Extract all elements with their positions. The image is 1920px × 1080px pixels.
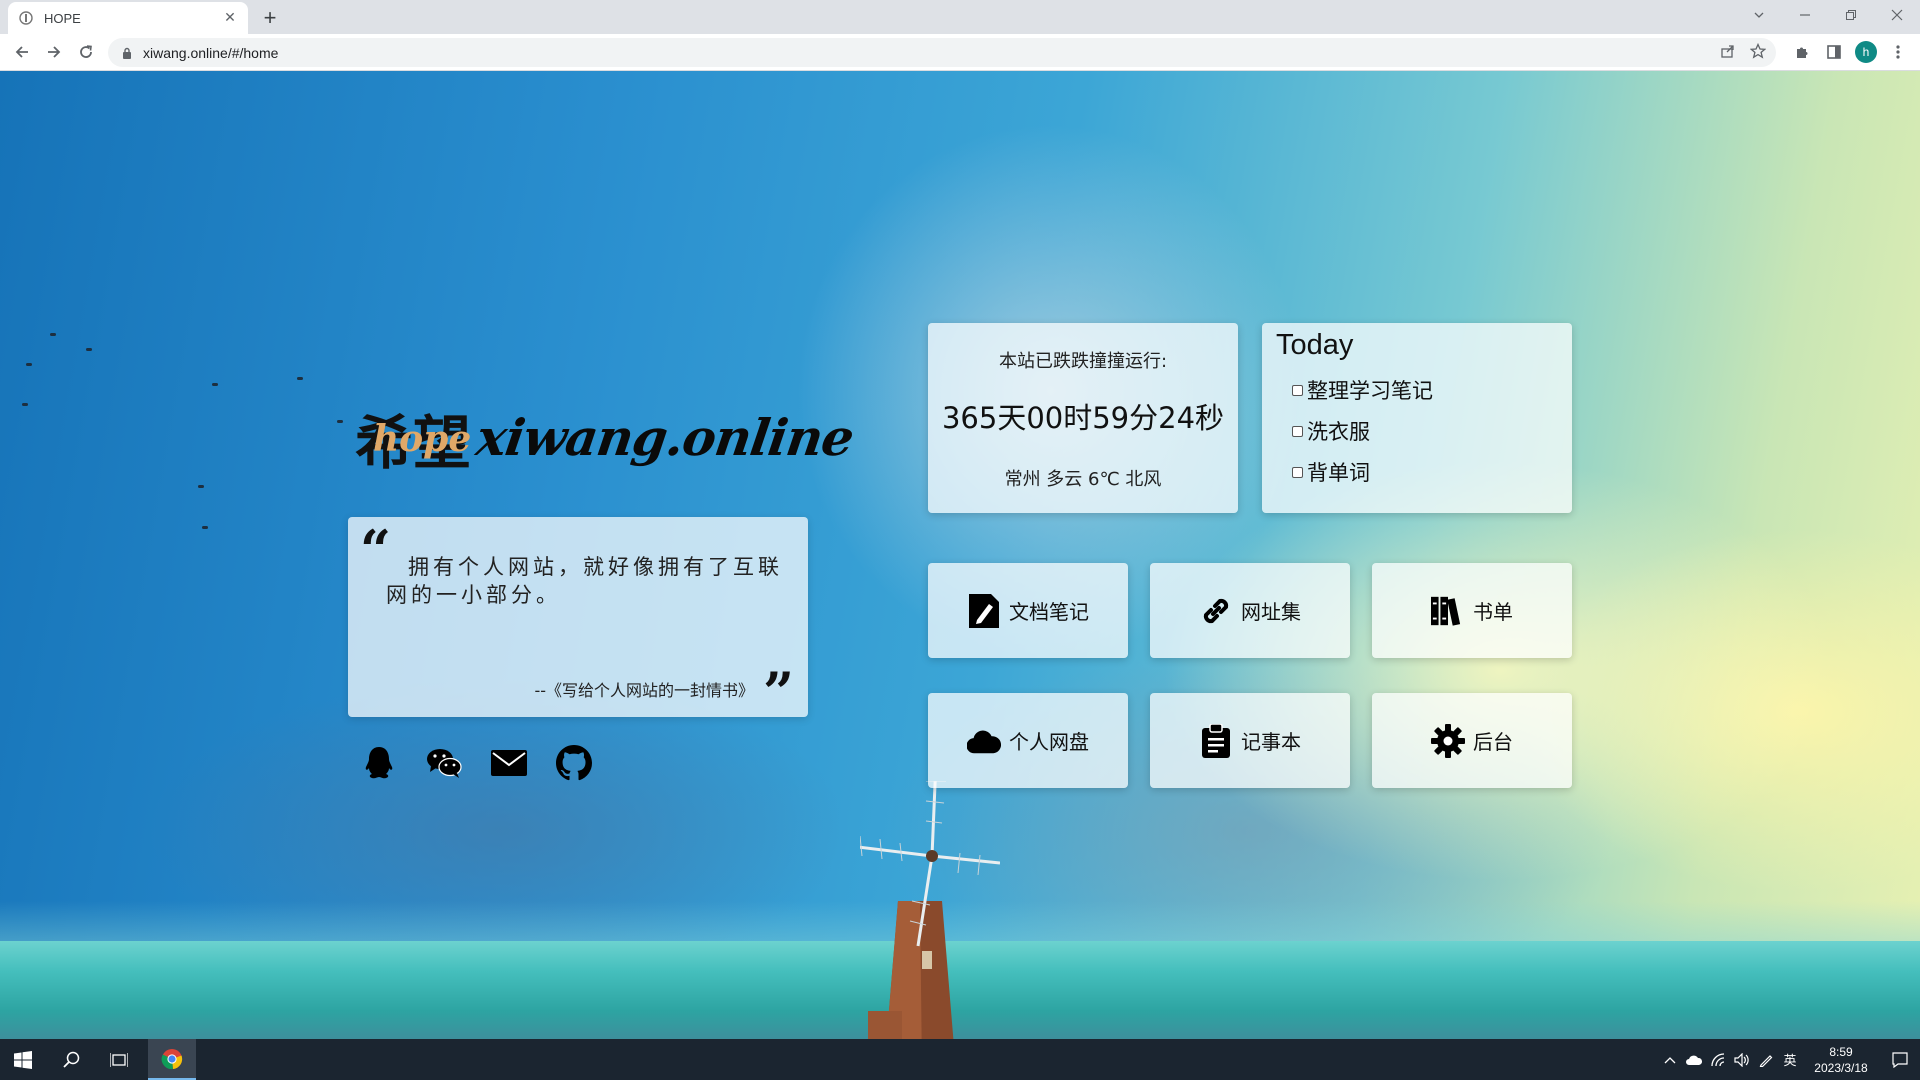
network-icon[interactable] [1706,1039,1730,1080]
close-quote-icon: ” [762,660,794,724]
todo-label: 整理学习笔记 [1307,379,1433,403]
task-view-icon[interactable] [96,1039,142,1080]
url-text: xiwang.online/#/home [143,44,279,61]
site-favicon-icon [18,10,34,26]
bird-decoration [86,348,92,351]
quote-source: --《写给个人网站的一封情书》 [534,681,754,700]
volume-icon[interactable] [1730,1039,1754,1080]
quote-card: “ 拥有个人网站，就好像拥有了互联网的一小部分。 --《写给个人网站的一封情书》… [348,517,808,724]
reload-button[interactable] [74,40,98,64]
todo-checkbox[interactable] [1292,466,1303,478]
nav-card-admin[interactable]: 后台 [1372,693,1572,788]
restore-button[interactable] [1828,0,1874,30]
books-icon [1431,594,1465,628]
bird-decoration [22,403,28,406]
bird-decoration [50,333,56,336]
runtime-value: 365天00时59分24秒 [941,401,1225,435]
tab-title: HOPE [44,10,81,26]
todo-item[interactable]: 洗衣服 [1292,416,1370,446]
todo-label: 洗衣服 [1307,420,1370,444]
tray-chevron-up-icon[interactable] [1658,1039,1682,1080]
bird-decoration [212,383,218,386]
windows-taskbar: 英 8:59 2023/3/18 [0,1039,1920,1080]
todo-item[interactable]: 整理学习笔记 [1292,375,1433,405]
search-icon[interactable] [48,1039,94,1080]
browser-toolbar: xiwang.online/#/home h [0,34,1920,71]
today-title: Today [1276,329,1354,361]
onedrive-cloud-icon[interactable] [1682,1039,1706,1080]
start-button[interactable] [0,1039,46,1080]
extensions-icon[interactable] [1790,40,1814,64]
todo-checkbox[interactable] [1292,425,1303,437]
clock[interactable]: 8:59 2023/3/18 [1802,1044,1880,1076]
bookmark-star-icon[interactable] [1749,42,1767,63]
side-panel-icon[interactable] [1822,40,1846,64]
windmill-illustration [860,781,1000,1039]
lock-icon[interactable] [120,46,134,60]
cloud-icon [967,724,1001,758]
gear-icon [1431,723,1465,758]
nav-label: 后台 [1473,730,1513,754]
bird-decoration [337,420,343,423]
todo-label: 背单词 [1307,461,1370,485]
tab-close-icon[interactable]: ✕ [222,10,238,26]
runtime-label: 本站已跌跌撞撞运行: [998,351,1168,372]
todo-item[interactable]: 背单词 [1292,457,1370,487]
browser-tab[interactable]: HOPE ✕ [8,2,248,34]
link-icon [1199,594,1233,628]
window-controls [1736,0,1920,30]
today-todo-card: Today 整理学习笔记 洗衣服 背单词 [1262,323,1572,513]
ime-indicator[interactable]: 英 [1778,1039,1802,1080]
quote-text: 拥有个人网站，就好像拥有了互联网的一小部分。 [386,555,783,607]
back-button[interactable] [10,40,34,64]
page-viewport: 希望 hope xiwang.online “ 拥有个人网站，就好像拥有了互联网… [0,71,1920,1039]
todo-checkbox[interactable] [1292,384,1303,396]
profile-avatar[interactable]: h [1854,40,1878,64]
pen-input-icon[interactable] [1754,1039,1778,1080]
close-window-button[interactable] [1874,0,1920,30]
clock-time: 8:59 [1829,1044,1853,1059]
chrome-taskbar-icon[interactable] [148,1039,196,1080]
address-bar[interactable]: xiwang.online/#/home [108,38,1776,67]
nav-label: 文档笔记 [1009,600,1089,624]
nav-label: 网址集 [1241,600,1301,624]
qq-icon[interactable] [360,744,398,782]
tab-search-icon[interactable] [1736,0,1782,30]
nav-card-books[interactable]: 书单 [1372,563,1572,658]
bird-decoration [297,377,303,380]
weather-text: 常州 多云 6℃ 北风 [1004,469,1162,490]
logo-hope-text: hope [373,418,472,460]
mail-icon[interactable] [490,744,528,782]
new-tab-button[interactable]: + [258,5,282,30]
nav-card-cloud[interactable]: 个人网盘 [928,693,1128,788]
nav-label: 记事本 [1241,730,1301,754]
bird-decoration [198,485,204,488]
clipboard-icon [1199,723,1233,758]
share-icon[interactable] [1720,43,1736,63]
site-logo[interactable]: 希望 hope xiwang.online [355,396,857,496]
menu-kebab-icon[interactable] [1886,40,1910,64]
logo-site-name: xiwang.online [472,408,857,467]
system-tray: 英 8:59 2023/3/18 [1658,1039,1920,1080]
wechat-icon[interactable] [425,744,463,782]
nav-label: 个人网盘 [1009,730,1089,754]
social-links [360,744,593,782]
document-pen-icon [967,593,1001,628]
bird-decoration [26,363,32,366]
nav-label: 书单 [1473,600,1513,624]
notification-icon[interactable] [1880,1039,1920,1080]
browser-tab-bar: HOPE ✕ + [0,0,1920,34]
github-icon[interactable] [555,744,593,782]
minimize-button[interactable] [1782,0,1828,30]
forward-button[interactable] [42,40,66,64]
nav-card-notepad[interactable]: 记事本 [1150,693,1350,788]
nav-card-links[interactable]: 网址集 [1150,563,1350,658]
bird-decoration [202,526,208,529]
nav-card-docs[interactable]: 文档笔记 [928,563,1128,658]
runtime-card: 本站已跌跌撞撞运行: 365天00时59分24秒 常州 多云 6℃ 北风 [928,323,1238,513]
clock-date: 2023/3/18 [1814,1060,1868,1075]
